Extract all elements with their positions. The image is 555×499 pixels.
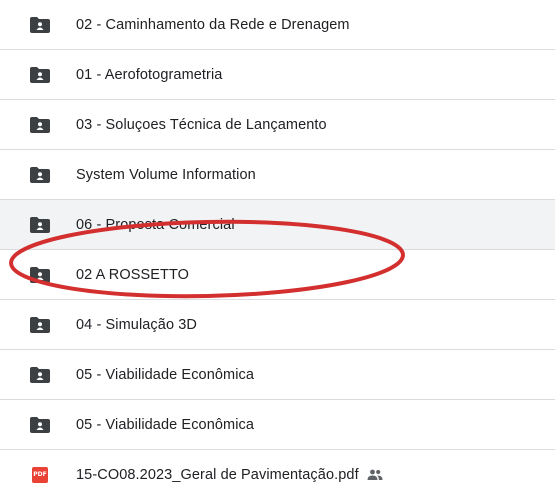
file-row[interactable]: 03 - Soluçoes Técnica de Lançamento [0, 100, 555, 150]
folder-shared-icon [30, 116, 50, 133]
file-row[interactable]: 05 - Viabilidade Econômica [0, 350, 555, 400]
file-name: 05 - Viabilidade Econômica [76, 366, 255, 383]
file-name-with-shared: 15-CO08.2023_Geral de Pavimentação.pdf [76, 467, 383, 483]
pdf-badge: PDF [32, 466, 48, 483]
folder-shared-icon [30, 216, 50, 233]
file-name: 04 - Simulação 3D [76, 316, 197, 333]
pdf-icon: PDF [30, 466, 50, 483]
file-row[interactable]: PDF 15-CO08.2023_Geral de Pavimentação.p… [0, 450, 555, 499]
file-row-selected[interactable]: 06 - Proposta Comercial [0, 200, 555, 250]
file-row[interactable]: 02 A ROSSETTO [0, 250, 555, 300]
file-row[interactable]: System Volume Information [0, 150, 555, 200]
folder-shared-icon [30, 16, 50, 33]
folder-shared-icon [30, 316, 50, 333]
file-name: 06 - Proposta Comercial [76, 216, 235, 233]
shared-people-icon [367, 469, 383, 481]
folder-shared-icon [30, 416, 50, 433]
file-row[interactable]: 01 - Aerofotogrametria [0, 50, 555, 100]
file-row[interactable]: 04 - Simulação 3D [0, 300, 555, 350]
file-row[interactable]: 02 - Caminhamento da Rede e Drenagem [0, 0, 555, 50]
file-name: 01 - Aerofotogrametria [76, 66, 223, 83]
file-name: 02 - Caminhamento da Rede e Drenagem [76, 16, 350, 33]
folder-shared-icon [30, 66, 50, 83]
file-row[interactable]: 05 - Viabilidade Econômica [0, 400, 555, 450]
file-list: 02 - Caminhamento da Rede e Drenagem 01 … [0, 0, 555, 499]
file-name: 02 A ROSSETTO [76, 266, 190, 283]
file-name: 15-CO08.2023_Geral de Pavimentação.pdf [76, 466, 359, 483]
folder-shared-icon [30, 166, 50, 183]
file-name: System Volume Information [76, 166, 256, 183]
folder-shared-icon [30, 366, 50, 383]
file-name: 03 - Soluçoes Técnica de Lançamento [76, 116, 327, 133]
folder-shared-icon [30, 266, 50, 283]
file-name: 05 - Viabilidade Econômica [76, 416, 255, 433]
